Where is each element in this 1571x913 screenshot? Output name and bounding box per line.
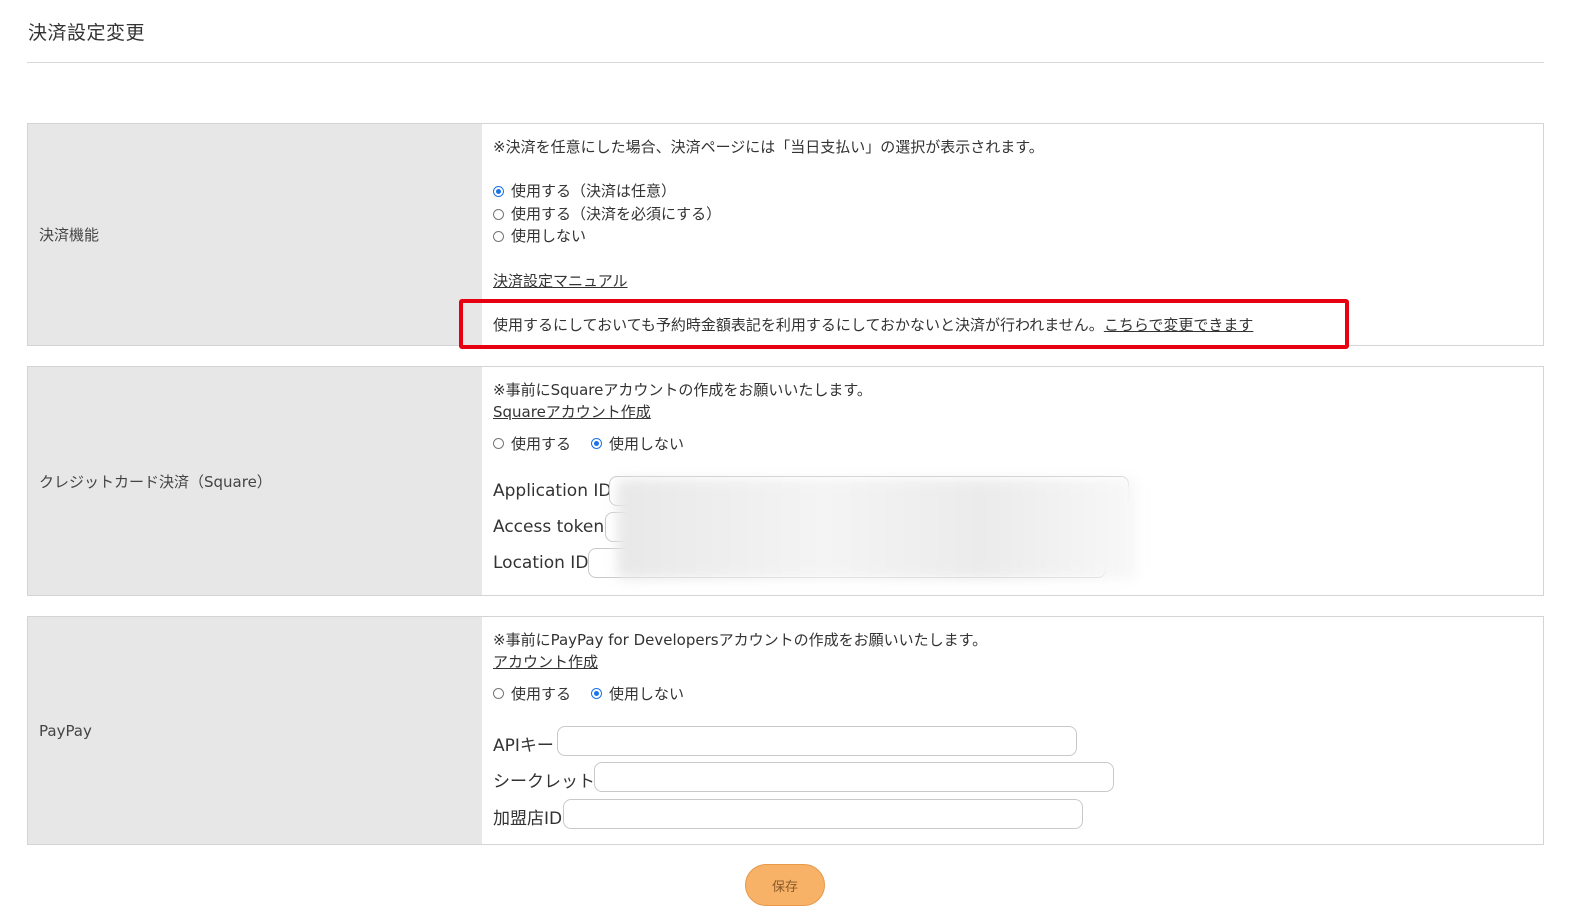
payment-manual-link[interactable]: 決済設定マニュアル — [493, 270, 628, 291]
paypay-account-link[interactable]: アカウント作成 — [493, 651, 598, 672]
payment-option-none-label: 使用しない — [511, 227, 587, 245]
square-radio-use[interactable] — [493, 438, 504, 449]
paypay-option-nouse[interactable]: 使用しない — [591, 683, 684, 704]
payment-option-required-label: 使用する（決済を必須にする） — [511, 205, 722, 223]
paypay-option-use-label: 使用する — [511, 685, 572, 703]
radio-optional[interactable] — [493, 186, 504, 197]
access-token-label: Access token — [493, 517, 605, 537]
square-radio-nouse[interactable] — [591, 438, 603, 449]
paypay-label: PayPay — [28, 617, 482, 844]
secret-input[interactable] — [594, 762, 1114, 792]
square-option-use-label: 使用する — [511, 435, 572, 453]
square-option-use[interactable]: 使用する — [493, 433, 571, 454]
square-account-link[interactable]: Squareアカウント作成 — [493, 401, 651, 422]
application-id-label: Application ID — [493, 481, 612, 501]
paypay-radio-nouse[interactable] — [591, 688, 603, 699]
paypay-section: PayPay ※事前にPayPay for Developersアカウントの作成… — [27, 616, 1544, 845]
merchant-id-input[interactable] — [563, 799, 1083, 829]
paypay-option-use[interactable]: 使用する — [493, 683, 571, 704]
payment-function-note: ※決済を任意にした場合、決済ページには「当日支払い」の選択が表示されます。 — [493, 138, 1044, 156]
payment-option-none[interactable]: 使用しない — [493, 225, 586, 246]
payment-function-label: 決済機能 — [28, 124, 482, 345]
save-button[interactable]: 保存 — [745, 864, 825, 906]
square-label: クレジットカード決済（Square） — [28, 367, 482, 595]
highlight-annotation — [459, 299, 1349, 349]
payment-option-optional-label: 使用する（決済は任意） — [511, 182, 677, 200]
redacted-values — [617, 479, 1137, 579]
radio-none[interactable] — [493, 231, 504, 242]
paypay-options: 使用する 使用しない — [493, 683, 704, 704]
square-body: ※事前にSquareアカウントの作成をお願いいたします。 Squareアカウント… — [482, 367, 1543, 595]
secret-label: シークレット — [493, 772, 595, 792]
paypay-option-nouse-label: 使用しない — [609, 685, 685, 703]
payment-option-required[interactable]: 使用する（決済を必須にする） — [493, 203, 721, 224]
page-title: 決済設定変更 — [28, 22, 146, 44]
payment-option-optional[interactable]: 使用する（決済は任意） — [493, 180, 676, 201]
api-key-input[interactable] — [557, 726, 1077, 756]
paypay-radio-use[interactable] — [493, 688, 504, 699]
location-id-label: Location ID — [493, 553, 589, 573]
paypay-note: ※事前にPayPay for Developersアカウントの作成をお願いいたし… — [493, 631, 988, 649]
radio-required[interactable] — [493, 209, 504, 220]
paypay-body: ※事前にPayPay for Developersアカウントの作成をお願いいたし… — [482, 617, 1543, 844]
title-divider — [27, 62, 1544, 63]
square-options: 使用する 使用しない — [493, 433, 704, 454]
square-option-nouse-label: 使用しない — [609, 435, 685, 453]
square-option-nouse[interactable]: 使用しない — [591, 433, 684, 454]
api-key-label: APIキー — [493, 736, 554, 756]
square-note: ※事前にSquareアカウントの作成をお願いいたします。 — [493, 381, 872, 399]
square-section: クレジットカード決済（Square） ※事前にSquareアカウントの作成をお願… — [27, 366, 1544, 596]
merchant-id-label: 加盟店ID — [493, 809, 563, 829]
